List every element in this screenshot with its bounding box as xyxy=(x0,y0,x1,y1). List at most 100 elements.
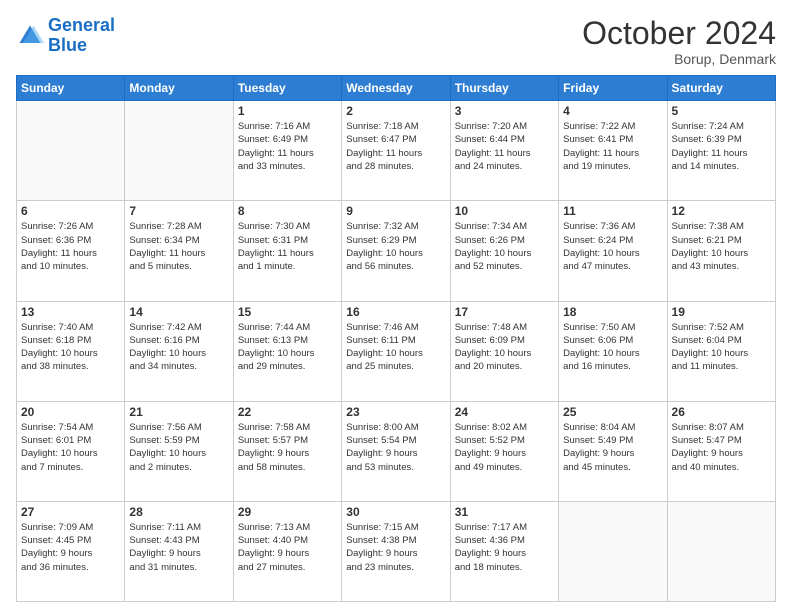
sun-info: Sunrise: 7:42 AM Sunset: 6:16 PM Dayligh… xyxy=(129,321,228,374)
calendar-header-saturday: Saturday xyxy=(667,76,775,101)
day-number: 7 xyxy=(129,204,228,218)
calendar-cell: 12 Sunrise: 7:38 AM Sunset: 6:21 PM Dayli… xyxy=(667,201,775,301)
day-number: 21 xyxy=(129,405,228,419)
sun-info: Sunrise: 7:15 AM Sunset: 4:38 PM Dayligh… xyxy=(346,521,445,574)
calendar-cell: 20 Sunrise: 7:54 AM Sunset: 6:01 PM Dayli… xyxy=(17,401,125,501)
sun-info: Sunrise: 7:50 AM Sunset: 6:06 PM Dayligh… xyxy=(563,321,662,374)
day-number: 28 xyxy=(129,505,228,519)
calendar-cell: 4Sunrise: 7:22 AM Sunset: 6:41 PM Daylig… xyxy=(559,101,667,201)
day-number: 10 xyxy=(455,204,554,218)
calendar-cell: 2 Sunrise: 7:18 AM Sunset: 6:47 PM Daylig… xyxy=(342,101,450,201)
calendar-cell: 28 Sunrise: 7:11 AM Sunset: 4:43 PM Dayli… xyxy=(125,501,233,601)
calendar-cell: 13 Sunrise: 7:40 AM Sunset: 6:18 PM Dayli… xyxy=(17,301,125,401)
calendar-header-row: SundayMondayTuesdayWednesdayThursdayFrid… xyxy=(17,76,776,101)
calendar-cell: 17Sunrise: 7:48 AM Sunset: 6:09 PM Dayli… xyxy=(450,301,558,401)
calendar-cell: 3Sunrise: 7:20 AM Sunset: 6:44 PM Daylig… xyxy=(450,101,558,201)
sun-info: Sunrise: 7:17 AM Sunset: 4:36 PM Dayligh… xyxy=(455,521,554,574)
calendar-cell: 26Sunrise: 8:07 AM Sunset: 5:47 PM Dayli… xyxy=(667,401,775,501)
calendar-header-friday: Friday xyxy=(559,76,667,101)
logo-icon xyxy=(16,22,44,50)
title-block: October 2024 Borup, Denmark xyxy=(582,16,776,67)
logo-line1: General xyxy=(48,15,115,35)
calendar-cell: 29 Sunrise: 7:13 AM Sunset: 4:40 PM Dayli… xyxy=(233,501,341,601)
day-number: 30 xyxy=(346,505,445,519)
day-number: 13 xyxy=(21,305,120,319)
sun-info: Sunrise: 7:26 AM Sunset: 6:36 PM Dayligh… xyxy=(21,220,120,273)
logo-line2: Blue xyxy=(48,35,87,55)
sun-info: Sunrise: 7:13 AM Sunset: 4:40 PM Dayligh… xyxy=(238,521,337,574)
calendar-cell: 18Sunrise: 7:50 AM Sunset: 6:06 PM Dayli… xyxy=(559,301,667,401)
sun-info: Sunrise: 7:24 AM Sunset: 6:39 PM Dayligh… xyxy=(672,120,771,173)
calendar-cell: 23Sunrise: 8:00 AM Sunset: 5:54 PM Dayli… xyxy=(342,401,450,501)
day-number: 2 xyxy=(346,104,445,118)
sun-info: Sunrise: 7:22 AM Sunset: 6:41 PM Dayligh… xyxy=(563,120,662,173)
calendar-cell: 30 Sunrise: 7:15 AM Sunset: 4:38 PM Dayli… xyxy=(342,501,450,601)
month-title: October 2024 xyxy=(582,16,776,51)
sun-info: Sunrise: 7:09 AM Sunset: 4:45 PM Dayligh… xyxy=(21,521,120,574)
calendar-cell xyxy=(17,101,125,201)
day-number: 1 xyxy=(238,104,337,118)
calendar-cell xyxy=(125,101,233,201)
location: Borup, Denmark xyxy=(582,51,776,67)
sun-info: Sunrise: 7:11 AM Sunset: 4:43 PM Dayligh… xyxy=(129,521,228,574)
calendar-cell: 15 Sunrise: 7:44 AM Sunset: 6:13 PM Dayli… xyxy=(233,301,341,401)
day-number: 6 xyxy=(21,204,120,218)
day-number: 22 xyxy=(238,405,337,419)
day-number: 8 xyxy=(238,204,337,218)
sun-info: Sunrise: 7:38 AM Sunset: 6:21 PM Dayligh… xyxy=(672,220,771,273)
sun-info: Sunrise: 7:54 AM Sunset: 6:01 PM Dayligh… xyxy=(21,421,120,474)
day-number: 16 xyxy=(346,305,445,319)
sun-info: Sunrise: 8:00 AM Sunset: 5:54 PM Dayligh… xyxy=(346,421,445,474)
calendar-week-3: 13 Sunrise: 7:40 AM Sunset: 6:18 PM Dayli… xyxy=(17,301,776,401)
calendar-week-4: 20 Sunrise: 7:54 AM Sunset: 6:01 PM Dayli… xyxy=(17,401,776,501)
day-number: 12 xyxy=(672,204,771,218)
calendar-cell: 21 Sunrise: 7:56 AM Sunset: 5:59 PM Dayli… xyxy=(125,401,233,501)
calendar-header-monday: Monday xyxy=(125,76,233,101)
calendar-cell: 31 Sunrise: 7:17 AM Sunset: 4:36 PM Dayli… xyxy=(450,501,558,601)
sun-info: Sunrise: 7:56 AM Sunset: 5:59 PM Dayligh… xyxy=(129,421,228,474)
calendar-cell: 24Sunrise: 8:02 AM Sunset: 5:52 PM Dayli… xyxy=(450,401,558,501)
sun-info: Sunrise: 7:18 AM Sunset: 6:47 PM Dayligh… xyxy=(346,120,445,173)
calendar-cell: 16 Sunrise: 7:46 AM Sunset: 6:11 PM Dayli… xyxy=(342,301,450,401)
sun-info: Sunrise: 7:32 AM Sunset: 6:29 PM Dayligh… xyxy=(346,220,445,273)
sun-info: Sunrise: 8:04 AM Sunset: 5:49 PM Dayligh… xyxy=(563,421,662,474)
logo-text: General Blue xyxy=(48,16,115,56)
sun-info: Sunrise: 7:44 AM Sunset: 6:13 PM Dayligh… xyxy=(238,321,337,374)
calendar-cell: 27 Sunrise: 7:09 AM Sunset: 4:45 PM Dayli… xyxy=(17,501,125,601)
calendar-header-tuesday: Tuesday xyxy=(233,76,341,101)
sun-info: Sunrise: 7:46 AM Sunset: 6:11 PM Dayligh… xyxy=(346,321,445,374)
calendar-cell: 25Sunrise: 8:04 AM Sunset: 5:49 PM Dayli… xyxy=(559,401,667,501)
sun-info: Sunrise: 7:58 AM Sunset: 5:57 PM Dayligh… xyxy=(238,421,337,474)
day-number: 3 xyxy=(455,104,554,118)
day-number: 9 xyxy=(346,204,445,218)
day-number: 29 xyxy=(238,505,337,519)
day-number: 15 xyxy=(238,305,337,319)
calendar-cell: 9 Sunrise: 7:32 AM Sunset: 6:29 PM Daylig… xyxy=(342,201,450,301)
calendar-week-5: 27 Sunrise: 7:09 AM Sunset: 4:45 PM Dayli… xyxy=(17,501,776,601)
sun-info: Sunrise: 7:40 AM Sunset: 6:18 PM Dayligh… xyxy=(21,321,120,374)
day-number: 27 xyxy=(21,505,120,519)
logo: General Blue xyxy=(16,16,115,56)
sun-info: Sunrise: 7:36 AM Sunset: 6:24 PM Dayligh… xyxy=(563,220,662,273)
day-number: 14 xyxy=(129,305,228,319)
day-number: 11 xyxy=(563,204,662,218)
calendar-week-2: 6 Sunrise: 7:26 AM Sunset: 6:36 PM Daylig… xyxy=(17,201,776,301)
day-number: 20 xyxy=(21,405,120,419)
day-number: 5 xyxy=(672,104,771,118)
calendar-header-wednesday: Wednesday xyxy=(342,76,450,101)
day-number: 17 xyxy=(455,305,554,319)
calendar-header-thursday: Thursday xyxy=(450,76,558,101)
calendar-cell: 11 Sunrise: 7:36 AM Sunset: 6:24 PM Dayli… xyxy=(559,201,667,301)
calendar-cell xyxy=(559,501,667,601)
day-number: 31 xyxy=(455,505,554,519)
calendar-cell: 5 Sunrise: 7:24 AM Sunset: 6:39 PM Daylig… xyxy=(667,101,775,201)
sun-info: Sunrise: 7:34 AM Sunset: 6:26 PM Dayligh… xyxy=(455,220,554,273)
page: General Blue October 2024 Borup, Denmark… xyxy=(0,0,792,612)
sun-info: Sunrise: 7:30 AM Sunset: 6:31 PM Dayligh… xyxy=(238,220,337,273)
calendar-cell xyxy=(667,501,775,601)
calendar-cell: 8 Sunrise: 7:30 AM Sunset: 6:31 PM Daylig… xyxy=(233,201,341,301)
sun-info: Sunrise: 8:07 AM Sunset: 5:47 PM Dayligh… xyxy=(672,421,771,474)
calendar-cell: 7Sunrise: 7:28 AM Sunset: 6:34 PM Daylig… xyxy=(125,201,233,301)
calendar-cell: 10 Sunrise: 7:34 AM Sunset: 6:26 PM Dayli… xyxy=(450,201,558,301)
calendar-cell: 1Sunrise: 7:16 AM Sunset: 6:49 PM Daylig… xyxy=(233,101,341,201)
